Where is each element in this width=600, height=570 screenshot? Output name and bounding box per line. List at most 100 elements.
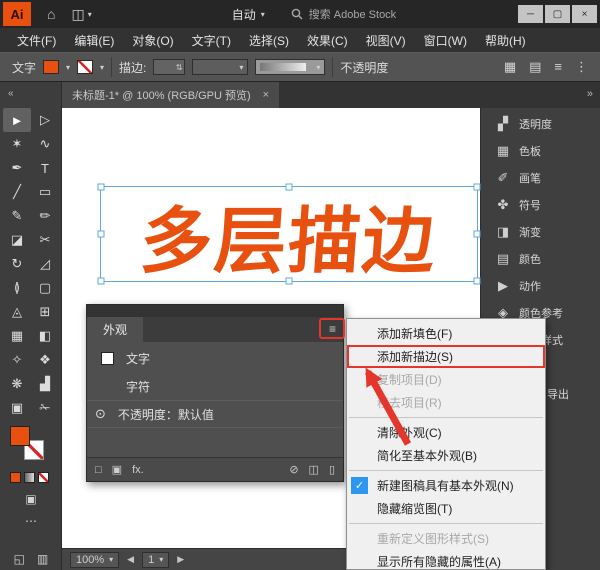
artboard-navigation[interactable]: 1 ▾ bbox=[142, 552, 169, 568]
add-new-stroke-icon[interactable]: □ bbox=[95, 464, 102, 476]
menu-item-show-all-hidden-attributes[interactable]: 显示所有隐藏的属性(A) bbox=[347, 550, 545, 570]
add-new-effect-icon[interactable]: fx. bbox=[132, 464, 144, 476]
artboard-nav-icon[interactable]: ▥ bbox=[37, 552, 48, 566]
menu-edit[interactable]: 编辑(E) bbox=[65, 32, 123, 49]
auto-dropdown[interactable]: 自动 ▾ bbox=[232, 6, 265, 23]
none-mode-icon[interactable] bbox=[38, 472, 49, 483]
rotate-tool[interactable]: ↻ bbox=[3, 252, 31, 276]
scale-tool[interactable]: ◿ bbox=[31, 252, 59, 276]
menu-item-hide-thumbnail[interactable]: 隐藏缩览图(T) bbox=[347, 497, 545, 520]
minimize-button[interactable]: ─ bbox=[518, 5, 543, 23]
drawing-mode-icon[interactable]: ▣ bbox=[25, 492, 36, 506]
menu-help[interactable]: 帮助(H) bbox=[476, 32, 535, 49]
fill-swatch[interactable] bbox=[10, 426, 30, 446]
gradient-tool[interactable]: ◧ bbox=[31, 324, 59, 348]
free-transform-tool[interactable]: ▢ bbox=[31, 276, 59, 300]
width-tool[interactable]: ≬ bbox=[3, 276, 31, 300]
visibility-eye-icon[interactable]: ⊙ bbox=[95, 406, 106, 422]
panel-button-actions[interactable]: ▶动作 bbox=[481, 272, 600, 299]
width-profile-dropdown[interactable]: ▾ bbox=[255, 59, 325, 75]
appearance-row-characters[interactable]: 字符 bbox=[87, 372, 343, 400]
close-tab-icon[interactable]: × bbox=[263, 89, 269, 101]
pen-tool[interactable]: ✒ bbox=[3, 156, 31, 180]
close-button[interactable]: × bbox=[572, 5, 597, 23]
selection-handle[interactable] bbox=[98, 278, 105, 285]
chevron-down-icon[interactable]: ▾ bbox=[66, 63, 70, 72]
stroke-options-dropdown[interactable]: ▾ bbox=[192, 59, 248, 75]
document-tab[interactable]: 未标题-1* @ 100% (RGB/GPU 预览) × bbox=[62, 82, 279, 108]
selection-handle[interactable] bbox=[474, 278, 481, 285]
menu-object[interactable]: 对象(O) bbox=[123, 32, 182, 49]
tab-appearance[interactable]: 外观 bbox=[87, 317, 143, 342]
add-new-fill-icon[interactable]: ▣ bbox=[112, 463, 122, 476]
perspective-grid-tool[interactable]: ⊞ bbox=[31, 300, 59, 324]
stroke-color-swatch[interactable] bbox=[77, 60, 93, 74]
column-graph-tool[interactable]: ▟ bbox=[31, 372, 59, 396]
selection-handle[interactable] bbox=[286, 278, 293, 285]
eraser-tool[interactable]: ◪ bbox=[3, 228, 31, 252]
selection-bounding-box[interactable] bbox=[100, 186, 478, 282]
panel-button-brushes[interactable]: ✐画笔 bbox=[481, 164, 600, 191]
rectangle-tool[interactable]: ▭ bbox=[31, 180, 59, 204]
menu-type[interactable]: 文字(T) bbox=[183, 32, 240, 49]
eyedropper-tool[interactable]: ✧ bbox=[3, 348, 31, 372]
direct-selection-tool[interactable]: ▷ bbox=[31, 108, 59, 132]
selection-handle[interactable] bbox=[474, 231, 481, 238]
color-mode-icon[interactable] bbox=[10, 472, 21, 483]
mesh-tool[interactable]: ▦ bbox=[3, 324, 31, 348]
edit-toolbar-icon[interactable]: ⋯ bbox=[25, 514, 37, 528]
panel-button-gradient[interactable]: ◨渐变 bbox=[481, 218, 600, 245]
panel-button-color[interactable]: ▤颜色 bbox=[481, 245, 600, 272]
align-icon[interactable]: ▦ bbox=[504, 59, 516, 75]
shape-builder-tool[interactable]: ◬ bbox=[3, 300, 31, 324]
previous-artboard-icon[interactable]: ◀ bbox=[127, 554, 134, 565]
restore-button[interactable]: ▢ bbox=[545, 5, 570, 23]
panel-button-transparency[interactable]: ▞透明度 bbox=[481, 110, 600, 137]
fill-color-swatch[interactable] bbox=[43, 60, 59, 74]
duplicate-selected-item-icon[interactable]: ◫ bbox=[309, 463, 319, 476]
clear-appearance-icon[interactable]: ⊘ bbox=[289, 463, 298, 476]
line-segment-tool[interactable]: ╱ bbox=[3, 180, 31, 204]
home-icon[interactable]: ⌂ bbox=[47, 6, 55, 22]
stroke-weight-stepper[interactable]: ⇅ bbox=[153, 59, 185, 75]
menu-file[interactable]: 文件(F) bbox=[8, 32, 65, 49]
menu-item-add-new-fill[interactable]: 添加新填色(F) bbox=[347, 322, 545, 345]
selection-handle[interactable] bbox=[98, 184, 105, 191]
panel-grip[interactable] bbox=[87, 305, 343, 317]
screen-mode-icon[interactable]: ◱ bbox=[14, 552, 25, 566]
magic-wand-tool[interactable]: ✶ bbox=[3, 132, 31, 156]
pencil-tool[interactable]: ✏ bbox=[31, 204, 59, 228]
workspace-switcher[interactable]: ◫ ▾ bbox=[71, 6, 91, 23]
lasso-tool[interactable]: ∿ bbox=[31, 132, 59, 156]
selection-tool[interactable]: ► bbox=[3, 108, 31, 132]
panel-button-swatches[interactable]: ▦色板 bbox=[481, 137, 600, 164]
transform-icon[interactable]: ▤ bbox=[529, 59, 541, 75]
chevron-down-icon[interactable]: ▾ bbox=[100, 63, 104, 72]
adobe-stock-search[interactable]: 搜索 Adobe Stock bbox=[291, 6, 396, 22]
selection-handle[interactable] bbox=[98, 231, 105, 238]
delete-selected-item-icon[interactable]: ▯ bbox=[329, 463, 335, 476]
paintbrush-tool[interactable]: ✎ bbox=[3, 204, 31, 228]
menu-effect[interactable]: 效果(C) bbox=[298, 32, 357, 49]
collapse-toolbar-icon[interactable]: « bbox=[8, 88, 14, 99]
scissors-tool[interactable]: ✂ bbox=[31, 228, 59, 252]
panel-button-symbols[interactable]: ✤符号 bbox=[481, 191, 600, 218]
slice-tool[interactable]: ✁ bbox=[31, 396, 59, 420]
app-logo[interactable]: Ai bbox=[3, 2, 31, 26]
menu-item-new-art-has-basic-appearance[interactable]: ✓新建图稿具有基本外观(N) bbox=[347, 474, 545, 497]
collapse-panels-icon[interactable]: » bbox=[587, 88, 593, 100]
menu-window[interactable]: 窗口(W) bbox=[415, 32, 476, 49]
menu-view[interactable]: 视图(V) bbox=[357, 32, 415, 49]
gradient-mode-icon[interactable] bbox=[24, 472, 35, 483]
blend-tool[interactable]: ❖ bbox=[31, 348, 59, 372]
type-tool[interactable]: T bbox=[31, 156, 59, 180]
more-icon[interactable]: ⋮ bbox=[575, 59, 588, 75]
selection-handle[interactable] bbox=[286, 184, 293, 191]
next-artboard-icon[interactable]: ▶ bbox=[177, 554, 184, 565]
selection-handle[interactable] bbox=[474, 184, 481, 191]
options-icon[interactable]: ≡ bbox=[554, 59, 562, 75]
appearance-row-opacity[interactable]: ⊙ 不透明度：默认值 bbox=[87, 400, 343, 428]
symbol-sprayer-tool[interactable]: ❋ bbox=[3, 372, 31, 396]
artboard-tool[interactable]: ▣ bbox=[3, 396, 31, 420]
zoom-dropdown[interactable]: 100% ▾ bbox=[70, 552, 119, 568]
